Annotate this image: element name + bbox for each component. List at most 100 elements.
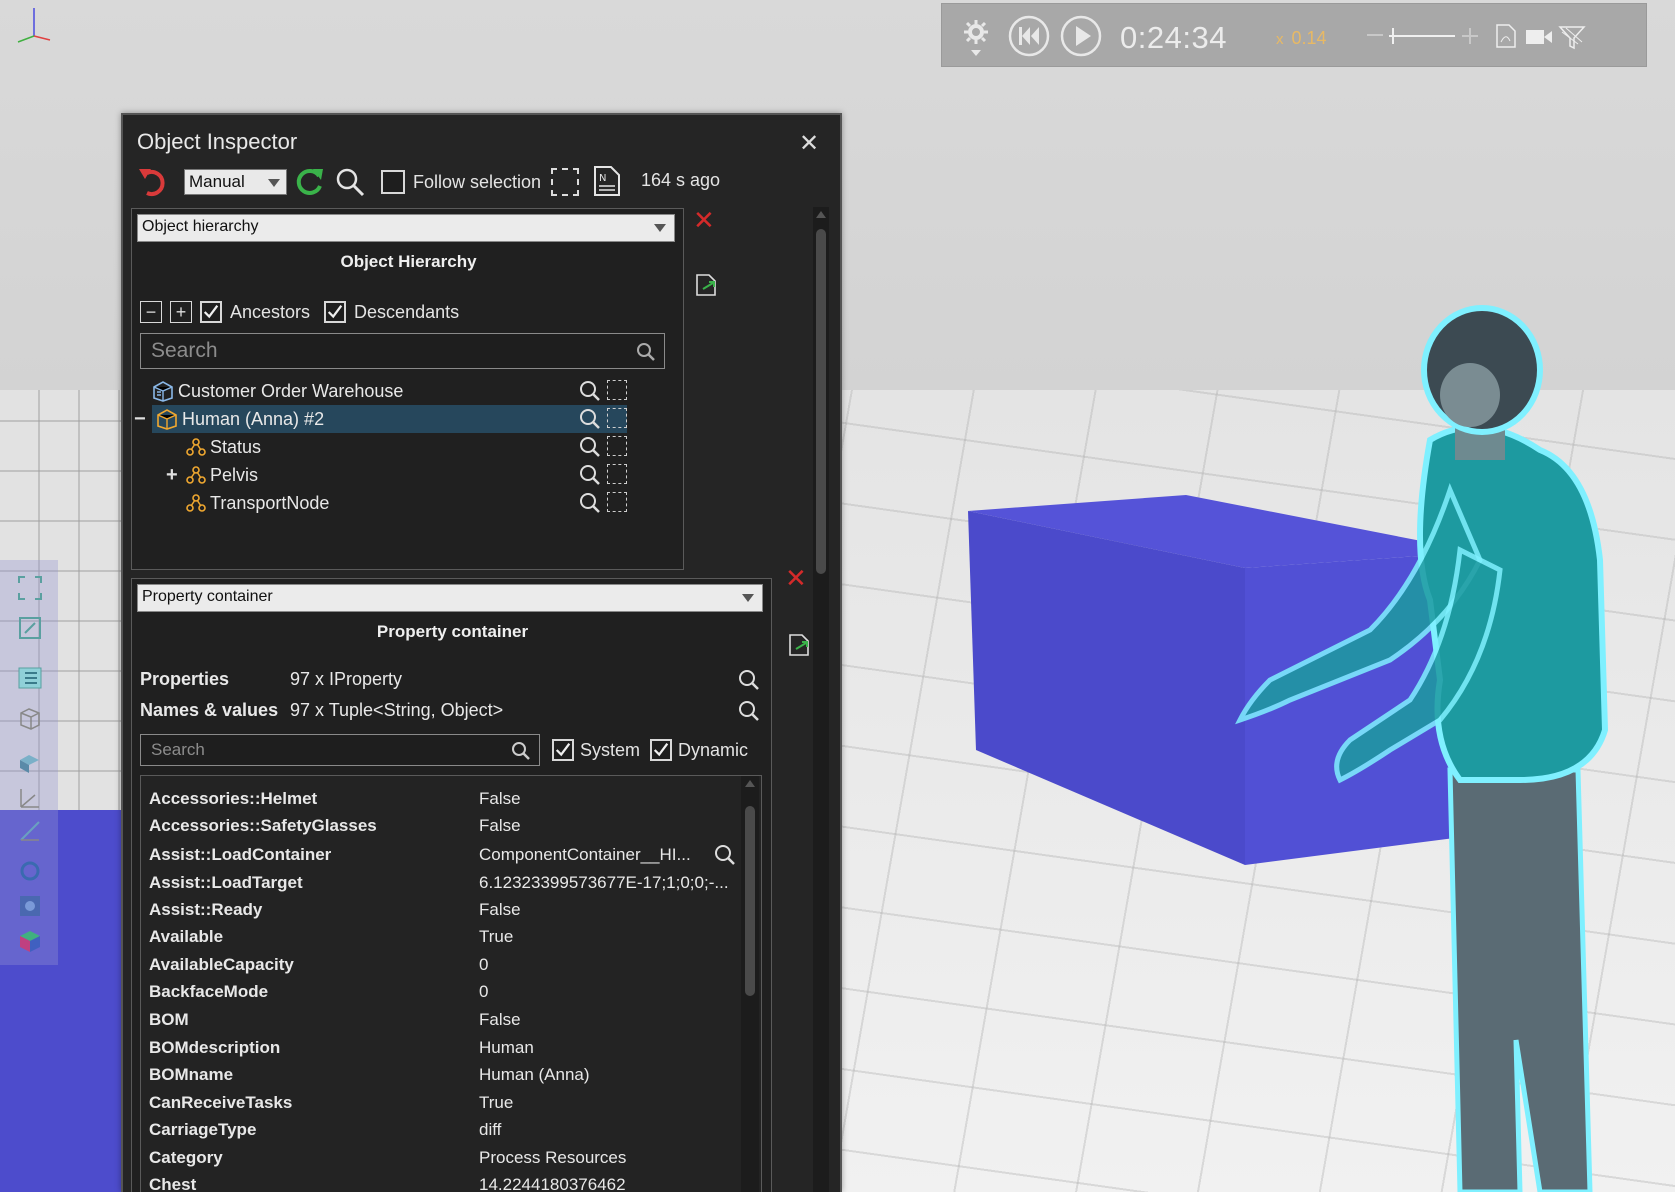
property-value: Process Resources — [479, 1148, 627, 1167]
table-row[interactable]: Accessories::Helmet False — [149, 786, 739, 812]
table-row[interactable]: Assist::LoadTarget 6.12323399573677E-17;1… — [149, 870, 739, 896]
property-container-title: Property container — [376, 622, 529, 641]
search-icon[interactable] — [579, 492, 601, 519]
cube-view-icon[interactable] — [14, 705, 46, 731]
panel-scrollbar[interactable] — [813, 207, 829, 1192]
select-region-icon[interactable] — [607, 408, 627, 428]
speed-readout[interactable]: x 0.14 — [1276, 28, 1327, 49]
table-row[interactable]: BOMname Human (Anna) — [149, 1062, 739, 1088]
tree-item-customer-order-warehouse[interactable]: Customer Order Warehouse — [152, 377, 627, 405]
expand-icon[interactable]: + — [166, 464, 178, 487]
color-cube-icon[interactable] — [14, 928, 46, 954]
scrollbar-thumb[interactable] — [816, 229, 826, 574]
playback-bar: 0:24:34 x 0.14 — [941, 3, 1647, 67]
search-icon[interactable] — [636, 342, 656, 362]
descendants-checkbox[interactable] — [324, 301, 347, 323]
select-region-icon[interactable] — [607, 464, 627, 484]
select-region-icon[interactable] — [607, 380, 627, 400]
view-type-dropdown[interactable]: Object hierarchy — [137, 214, 675, 242]
remove-section-icon[interactable]: ✕ — [693, 205, 715, 236]
render-mode-icon[interactable] — [14, 750, 46, 776]
property-value: False — [479, 900, 521, 919]
table-row[interactable]: Accessories::SafetyGlasses False — [149, 813, 739, 839]
snap-icon[interactable] — [14, 858, 46, 884]
property-name: BOM — [149, 1010, 189, 1029]
table-row[interactable]: BackfaceMode 0 — [149, 979, 739, 1005]
table-row[interactable]: Available True — [149, 924, 739, 950]
scrollbar-thumb[interactable] — [745, 806, 755, 996]
expand-all-button[interactable]: + — [170, 301, 192, 323]
search-icon[interactable] — [738, 669, 760, 691]
table-row[interactable]: Assist::Ready False — [149, 897, 739, 923]
tree-item-status[interactable]: Status — [152, 433, 627, 461]
select-region-icon[interactable] — [607, 436, 627, 456]
target-icon[interactable] — [14, 893, 46, 919]
scroll-up-icon[interactable] — [745, 780, 755, 787]
property-name: Chest — [149, 1175, 197, 1192]
pdf-icon[interactable] — [1495, 24, 1517, 48]
gear-icon[interactable] — [962, 18, 990, 58]
follow-selection-toggle[interactable]: Follow selection — [381, 170, 541, 194]
export-icon[interactable] — [695, 273, 717, 297]
table-row[interactable]: CanReceiveTasks True — [149, 1090, 739, 1116]
speed-slider[interactable] — [1389, 26, 1455, 46]
table-row[interactable]: Category Process Resources — [149, 1145, 739, 1171]
properties-value: 97 x IProperty — [290, 669, 403, 689]
tree-item-label: TransportNode — [210, 492, 330, 513]
refresh-icon[interactable] — [293, 166, 325, 198]
report-icon[interactable]: N — [593, 165, 621, 197]
search-icon[interactable] — [714, 844, 736, 866]
zoom-out-icon[interactable] — [1367, 34, 1383, 38]
undo-icon[interactable] — [137, 167, 171, 197]
view-type-dropdown[interactable]: Property container — [137, 584, 763, 612]
tree-item-human-anna[interactable]: − Human (Anna) #2 — [134, 405, 627, 435]
search-icon[interactable] — [738, 700, 760, 722]
names-values-label: Names & values — [140, 700, 279, 720]
close-icon[interactable]: ✕ — [799, 129, 819, 158]
select-region-icon[interactable] — [607, 492, 627, 512]
measure-icon[interactable] — [14, 818, 46, 844]
zoom-in-icon[interactable] — [1462, 28, 1478, 44]
table-row[interactable]: Assist::LoadContainer ComponentContainer_… — [149, 842, 739, 868]
names-values-value: 97 x Tuple<String, Object> — [290, 700, 504, 720]
system-checkbox[interactable] — [552, 739, 574, 761]
search-icon[interactable] — [335, 167, 365, 197]
tree-item-pelvis[interactable]: + Pelvis — [152, 461, 627, 489]
tree-item-transportnode[interactable]: TransportNode — [152, 489, 627, 517]
play-icon[interactable] — [1060, 15, 1102, 57]
layout-icon[interactable] — [14, 665, 46, 691]
camera-icon[interactable] — [1525, 28, 1553, 46]
property-search-input[interactable]: Search — [140, 734, 540, 766]
properties-label: Properties — [140, 669, 230, 689]
search-icon[interactable] — [511, 741, 531, 761]
select-region-icon[interactable] — [551, 168, 579, 196]
refresh-mode-select[interactable]: Manual — [184, 169, 287, 195]
dynamic-checkbox[interactable] — [650, 739, 673, 761]
export-icon[interactable] — [788, 633, 810, 657]
axis-icon[interactable] — [14, 785, 46, 811]
filter-icon[interactable] — [1558, 24, 1586, 50]
ancestors-checkbox[interactable] — [200, 301, 222, 323]
hierarchy-search-input[interactable]: Search — [140, 333, 665, 369]
search-icon[interactable] — [579, 436, 601, 463]
remove-section-icon[interactable]: ✕ — [785, 563, 807, 594]
zoom-extents-icon[interactable] — [14, 615, 46, 641]
collapse-icon[interactable]: − — [134, 408, 146, 431]
human-anna-figure[interactable] — [1160, 300, 1640, 1192]
search-icon[interactable] — [579, 380, 601, 407]
table-row[interactable]: CarriageType diff — [149, 1117, 739, 1143]
fit-view-icon[interactable] — [14, 575, 46, 601]
check-icon — [653, 743, 669, 757]
table-row[interactable]: Chest 14.2244180376462 — [149, 1172, 739, 1192]
rewind-icon[interactable] — [1008, 15, 1050, 57]
table-row[interactable]: BOMdescription Human — [149, 1035, 739, 1061]
collapse-all-button[interactable]: − — [140, 301, 162, 323]
table-row[interactable]: BOM False — [149, 1007, 739, 1033]
property-table-scrollbar[interactable] — [741, 776, 759, 1192]
follow-selection-checkbox[interactable] — [381, 170, 405, 194]
scroll-up-icon[interactable] — [816, 211, 826, 218]
node-icon — [184, 436, 206, 458]
search-icon[interactable] — [579, 408, 601, 435]
table-row[interactable]: AvailableCapacity 0 — [149, 952, 739, 978]
search-icon[interactable] — [579, 464, 601, 491]
